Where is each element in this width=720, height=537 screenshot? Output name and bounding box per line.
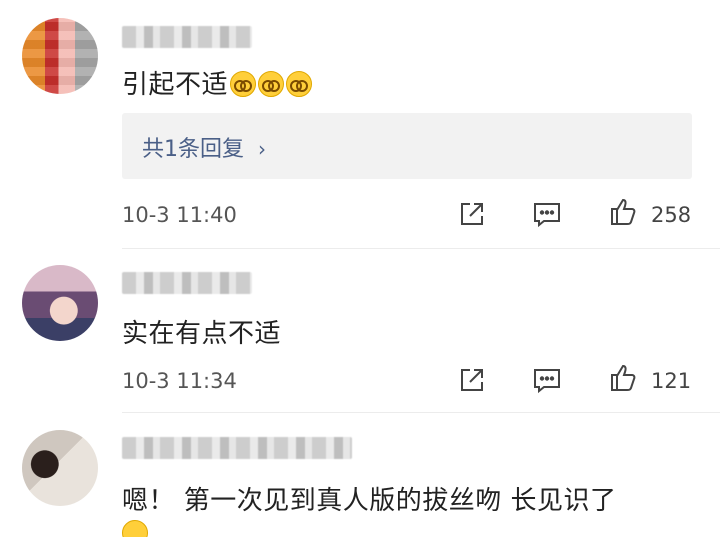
thumbs-up-icon[interactable]: [608, 362, 640, 394]
glasses-face-emoji-icon: [286, 71, 313, 97]
avatar[interactable]: [22, 265, 98, 341]
username-blurred[interactable]: [122, 437, 352, 459]
comment-time: 10-3 11:40: [122, 203, 237, 227]
divider: [122, 248, 720, 249]
like-count: 121: [651, 369, 692, 393]
comment-text: 嗯！ 第一次见到真人版的拔丝吻 长见识了: [122, 486, 617, 516]
username-blurred[interactable]: [122, 272, 252, 294]
avatar[interactable]: [22, 430, 98, 506]
thumbs-up-icon[interactable]: [608, 196, 640, 228]
divider: [122, 412, 720, 413]
reply-link[interactable]: 共1条回复 ›: [142, 131, 266, 163]
comment-icon[interactable]: [531, 364, 563, 396]
glasses-face-emoji-icon: [230, 71, 257, 97]
smile-emoji-icon: [122, 520, 148, 537]
chevron-right-icon: ›: [258, 137, 266, 161]
comment-text: 引起不适: [122, 64, 313, 101]
comment-time: 10-3 11:34: [122, 369, 237, 393]
like-count: 258: [651, 203, 692, 227]
glasses-face-emoji-icon: [258, 71, 285, 97]
reply-box[interactable]: 共1条回复 ›: [122, 113, 692, 179]
comment-text: 实在有点不适: [122, 319, 282, 349]
username-blurred[interactable]: [122, 26, 252, 48]
comment-icon[interactable]: [531, 198, 563, 230]
avatar[interactable]: [22, 18, 98, 94]
share-icon[interactable]: [456, 364, 488, 396]
share-icon[interactable]: [456, 198, 488, 230]
